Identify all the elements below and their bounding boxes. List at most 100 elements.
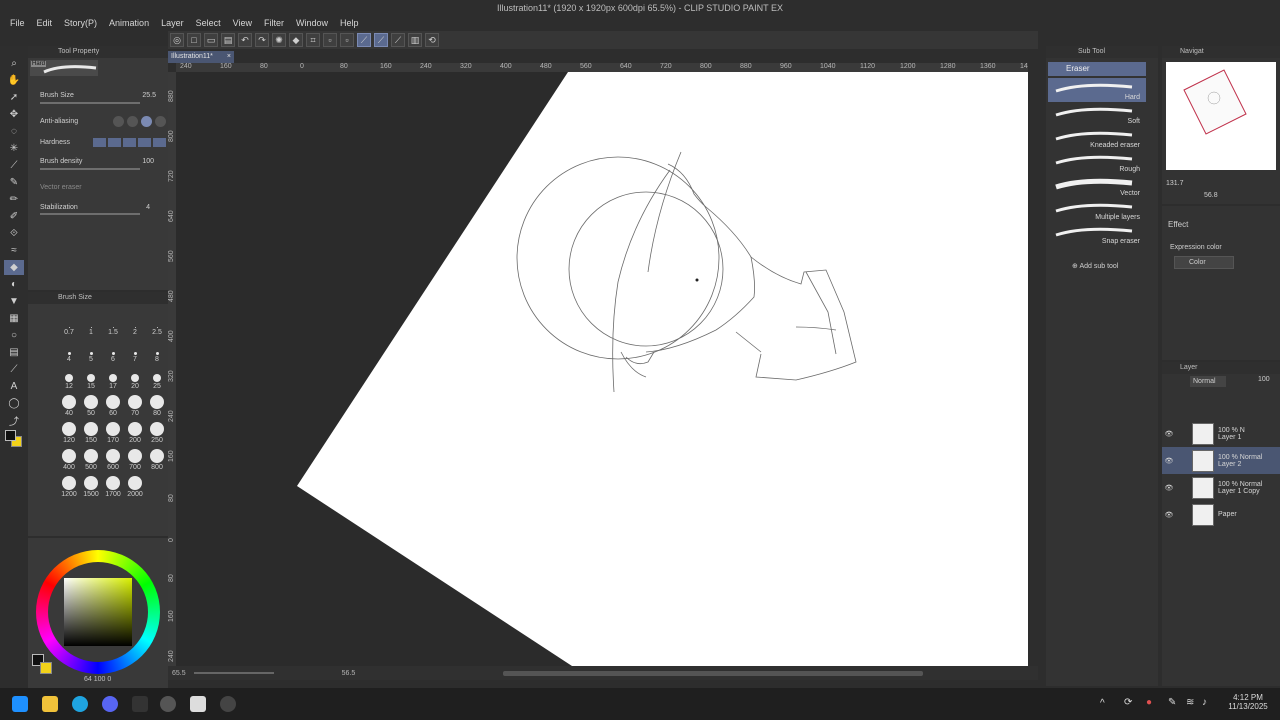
brush-size-preset[interactable]: 12 — [58, 364, 80, 390]
magic-wand-icon[interactable]: ✳ — [4, 141, 24, 156]
brush-size-preset[interactable]: 1200 — [58, 472, 80, 498]
loading-icon[interactable]: ✺ — [272, 33, 286, 47]
brush-size-preset[interactable]: 6 — [102, 337, 124, 363]
brush-size-preset[interactable]: 40 — [58, 391, 80, 417]
zoom-value-left[interactable]: 65.5 — [172, 670, 186, 677]
pencil-tool-icon[interactable]: ✏ — [4, 192, 24, 207]
sync-icon[interactable]: ⟲ — [425, 33, 439, 47]
zoom-tool-icon[interactable]: ⌕ — [4, 56, 24, 71]
sub-tool-item[interactable]: Multiple layers — [1048, 198, 1146, 222]
brush-tool-icon[interactable]: ✐ — [4, 209, 24, 224]
brush-size-preset[interactable]: 1500 — [80, 472, 102, 498]
sub-tool-item[interactable]: Hard — [1048, 78, 1146, 102]
brush-size-preset[interactable]: 120 — [58, 418, 80, 444]
tray-arrow-icon[interactable]: ^ — [1100, 698, 1105, 709]
menu-story[interactable]: Story(P) — [58, 16, 103, 31]
brush-size-preset[interactable]: 8 — [146, 337, 168, 363]
brush-size-preset[interactable]: 25 — [146, 364, 168, 390]
eye-icon[interactable]: 👁 — [1162, 430, 1176, 438]
blend-mode-select[interactable]: Normal — [1190, 376, 1226, 387]
rotation-value[interactable]: 56.5 — [342, 670, 356, 677]
redo-icon[interactable]: ↷ — [255, 33, 269, 47]
close-tab-icon[interactable]: × — [227, 51, 231, 63]
lasso-tool-icon[interactable]: ◌ — [4, 124, 24, 139]
brush-size-slider[interactable] — [40, 102, 140, 104]
navigator-zoom[interactable]: 131.7 — [1166, 180, 1184, 187]
operation-tool-icon[interactable]: ➚ — [4, 90, 24, 105]
brush-size-preset[interactable]: 20 — [124, 364, 146, 390]
hue-ring[interactable] — [36, 550, 160, 674]
menu-filter[interactable]: Filter — [258, 16, 290, 31]
hardness-slider[interactable] — [93, 138, 166, 147]
canvas-area[interactable] — [176, 72, 1028, 666]
brush-size-preset[interactable]: 2 — [124, 310, 146, 336]
brush-size-preset[interactable]: 80 — [146, 391, 168, 417]
brush-size-preset[interactable]: 250 — [146, 418, 168, 444]
blend-tool-icon[interactable]: ◐ — [4, 277, 24, 292]
brush-size-preset[interactable]: 500 — [80, 445, 102, 471]
document-tab[interactable]: Illustration11* × — [168, 51, 234, 63]
chrome-icon[interactable] — [220, 696, 236, 712]
brush-size-preset[interactable]: 1.5 — [102, 310, 124, 336]
brush-size-preset[interactable]: 15 — [80, 364, 102, 390]
brush-size-preset[interactable]: 200 — [124, 418, 146, 444]
move-tool-icon[interactable]: ✥ — [4, 107, 24, 122]
discord-icon[interactable] — [102, 696, 118, 712]
edge-icon[interactable] — [72, 696, 88, 712]
correct-line-icon[interactable]: ⤴ — [4, 413, 24, 428]
brush-size-preset[interactable]: 7 — [124, 337, 146, 363]
sub-tool-item[interactable]: Rough — [1048, 150, 1146, 174]
windows-start-icon[interactable] — [12, 696, 28, 712]
sub-color-icon[interactable] — [40, 662, 52, 674]
brush-size-preset[interactable]: 60 — [102, 391, 124, 417]
fill-tool-icon[interactable]: ▼ — [4, 294, 24, 309]
snap-ruler-icon[interactable]: ⟋ — [357, 33, 371, 47]
home-icon[interactable]: ◎ — [170, 33, 184, 47]
menu-select[interactable]: Select — [190, 16, 227, 31]
brush-size-preset[interactable]: 400 — [58, 445, 80, 471]
brush-size-preset[interactable]: 70 — [124, 391, 146, 417]
menu-help[interactable]: Help — [334, 16, 365, 31]
brush-size-preset[interactable]: 150 — [80, 418, 102, 444]
brush-density-slider[interactable] — [40, 168, 140, 170]
tray-sync-icon[interactable]: ⟳ — [1124, 697, 1132, 708]
sub-tool-item[interactable]: Snap eraser — [1048, 222, 1146, 246]
brush-size-preset[interactable]: 17 — [102, 364, 124, 390]
hand-tool-icon[interactable]: ✋ — [4, 73, 24, 88]
tray-volume-icon[interactable]: ♪ — [1202, 697, 1207, 708]
menu-view[interactable]: View — [227, 16, 258, 31]
tray-mic-icon[interactable]: ● — [1146, 697, 1152, 708]
canvas-drawing[interactable] — [176, 72, 1028, 666]
layer-row[interactable]: 👁 Paper — [1162, 501, 1280, 528]
eye-icon[interactable]: 👁 — [1162, 511, 1176, 519]
menu-layer[interactable]: Layer — [155, 16, 190, 31]
clip-icon[interactable]: ▥ — [408, 33, 422, 47]
open-icon[interactable]: ▭ — [204, 33, 218, 47]
stabilization-slider[interactable] — [40, 213, 140, 215]
brush-size-preset[interactable]: 4 — [58, 337, 80, 363]
transform-icon[interactable]: ⌗ — [306, 33, 320, 47]
navigator-angle[interactable]: 56.8 — [1204, 192, 1218, 199]
eraser-tool-icon[interactable]: ◆ — [4, 260, 24, 275]
anti-aliasing-options[interactable] — [113, 116, 166, 127]
figure-tool-icon[interactable]: ○ — [4, 328, 24, 343]
clock[interactable]: 4:12 PM 11/13/2025 — [1228, 693, 1268, 711]
expression-color-select[interactable]: Color — [1174, 256, 1234, 269]
save-icon[interactable]: ▤ — [221, 33, 235, 47]
brush-size-preset[interactable]: 1700 — [102, 472, 124, 498]
clip-studio-icon[interactable] — [190, 696, 206, 712]
menu-edit[interactable]: Edit — [31, 16, 59, 31]
undo-icon[interactable]: ↶ — [238, 33, 252, 47]
sub-tool-item[interactable]: Vector — [1048, 174, 1146, 198]
airbrush-icon[interactable]: ⟐ — [4, 226, 24, 241]
horizontal-scrollbar[interactable] — [503, 670, 924, 676]
decoration-icon[interactable]: ≈ — [4, 243, 24, 258]
layer-row[interactable]: 👁 100 % Normal Layer 1 Copy — [1162, 474, 1280, 501]
text-tool-icon[interactable]: A — [4, 379, 24, 394]
brush-size-preset[interactable]: 170 — [102, 418, 124, 444]
menu-file[interactable]: File — [4, 16, 31, 31]
brush-size-preset[interactable]: 2.5 — [146, 310, 168, 336]
ruler-tool-icon[interactable]: ⟋ — [4, 362, 24, 377]
brush-size-preset[interactable]: 700 — [124, 445, 146, 471]
zoom-slider[interactable] — [193, 672, 274, 674]
